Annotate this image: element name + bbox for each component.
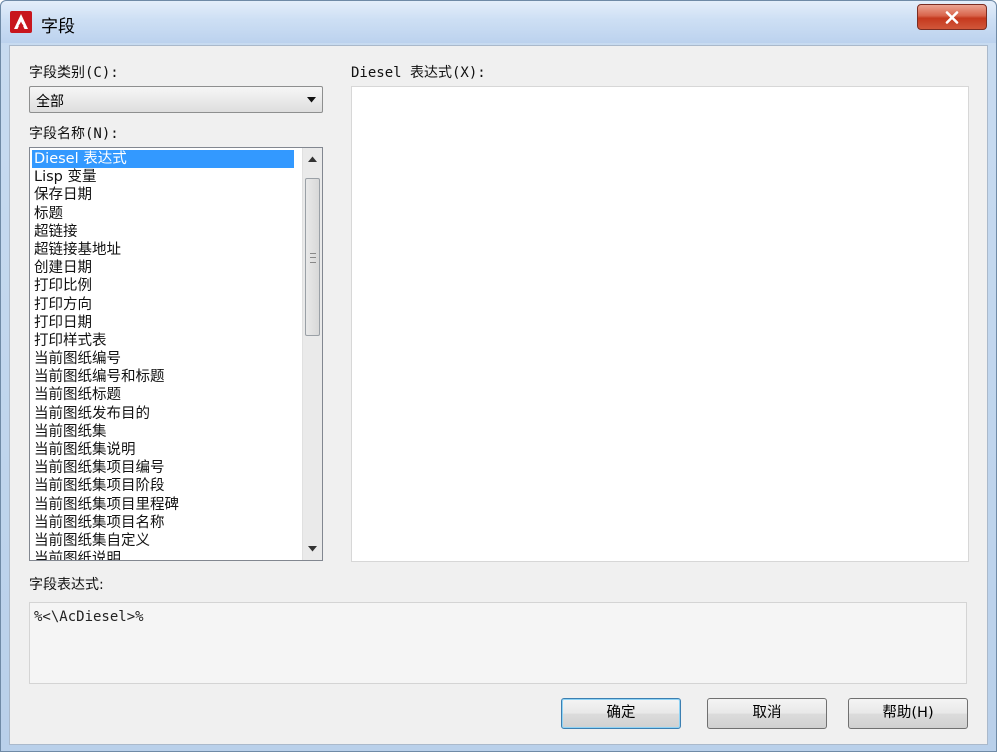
- list-item[interactable]: 当前图纸标题: [32, 386, 294, 404]
- list-item[interactable]: 当前图纸发布目的: [32, 405, 294, 423]
- list-item[interactable]: 打印方向: [32, 296, 294, 314]
- list-item[interactable]: 创建日期: [32, 259, 294, 277]
- listbox-scrollbar[interactable]: [302, 148, 322, 560]
- list-item[interactable]: 当前图纸说明: [32, 550, 294, 560]
- field-names-listbox[interactable]: Diesel 表达式 Lisp 变量 保存日期 标题 超链接 超链接基地址 创建日期 打印比例…: [29, 147, 323, 561]
- window-title: 字段: [41, 17, 75, 37]
- scrollbar-grip-icon: [310, 253, 316, 263]
- autocad-logo-icon: [10, 11, 32, 33]
- field-category-dropdown[interactable]: 全部: [29, 86, 323, 113]
- list-item[interactable]: 超链接基地址: [32, 241, 294, 259]
- list-item[interactable]: 标题: [32, 205, 294, 223]
- list-item[interactable]: 当前图纸集项目阶段: [32, 477, 294, 495]
- field-dialog-window: 字段 字段类别(C): 全部 字段名称(N): Diesel 表达式 Lisp 变…: [0, 0, 997, 752]
- list-item[interactable]: 打印样式表: [32, 332, 294, 350]
- field-expression-value: %<\AcDiesel>%: [34, 609, 144, 625]
- list-item[interactable]: 当前图纸编号和标题: [32, 368, 294, 386]
- field-category-value: 全部: [36, 94, 64, 110]
- list-item[interactable]: 打印日期: [32, 314, 294, 332]
- title-bar[interactable]: 字段: [1, 1, 996, 43]
- list-item[interactable]: 当前图纸集项目里程碑: [32, 496, 294, 514]
- list-item[interactable]: 当前图纸集项目编号: [32, 459, 294, 477]
- list-item[interactable]: 当前图纸集: [32, 423, 294, 441]
- cancel-button[interactable]: 取消: [707, 698, 827, 729]
- list-item[interactable]: Diesel 表达式: [32, 150, 294, 169]
- help-button[interactable]: 帮助(H): [848, 698, 968, 729]
- scroll-down-icon[interactable]: [308, 546, 317, 552]
- field-category-label: 字段类别(C):: [29, 65, 119, 81]
- chevron-down-icon: [307, 97, 316, 103]
- list-item[interactable]: 当前图纸编号: [32, 350, 294, 368]
- scroll-up-icon[interactable]: [308, 156, 317, 162]
- list-item[interactable]: 超链接: [32, 223, 294, 241]
- list-item[interactable]: 打印比例: [32, 277, 294, 295]
- close-icon: [945, 11, 959, 24]
- dialog-body: 字段类别(C): 全部 字段名称(N): Diesel 表达式 Lisp 变量 保存…: [9, 45, 988, 745]
- field-names-items: Diesel 表达式 Lisp 变量 保存日期 标题 超链接 超链接基地址 创建日期 打印比例…: [32, 150, 294, 560]
- field-expression-label: 字段表达式:: [29, 577, 104, 593]
- list-item[interactable]: 当前图纸集项目名称: [32, 514, 294, 532]
- diesel-expression-input[interactable]: [351, 86, 969, 562]
- list-item[interactable]: 保存日期: [32, 186, 294, 204]
- diesel-expression-label: Diesel 表达式(X):: [351, 65, 486, 81]
- field-expression-box: %<\AcDiesel>%: [29, 602, 967, 684]
- list-item[interactable]: Lisp 变量: [32, 168, 294, 186]
- close-button[interactable]: [917, 4, 987, 30]
- ok-button[interactable]: 确定: [561, 698, 681, 729]
- list-item[interactable]: 当前图纸集说明: [32, 441, 294, 459]
- scrollbar-thumb[interactable]: [305, 178, 320, 336]
- field-names-label: 字段名称(N):: [29, 126, 119, 142]
- list-item[interactable]: 当前图纸集自定义: [32, 532, 294, 550]
